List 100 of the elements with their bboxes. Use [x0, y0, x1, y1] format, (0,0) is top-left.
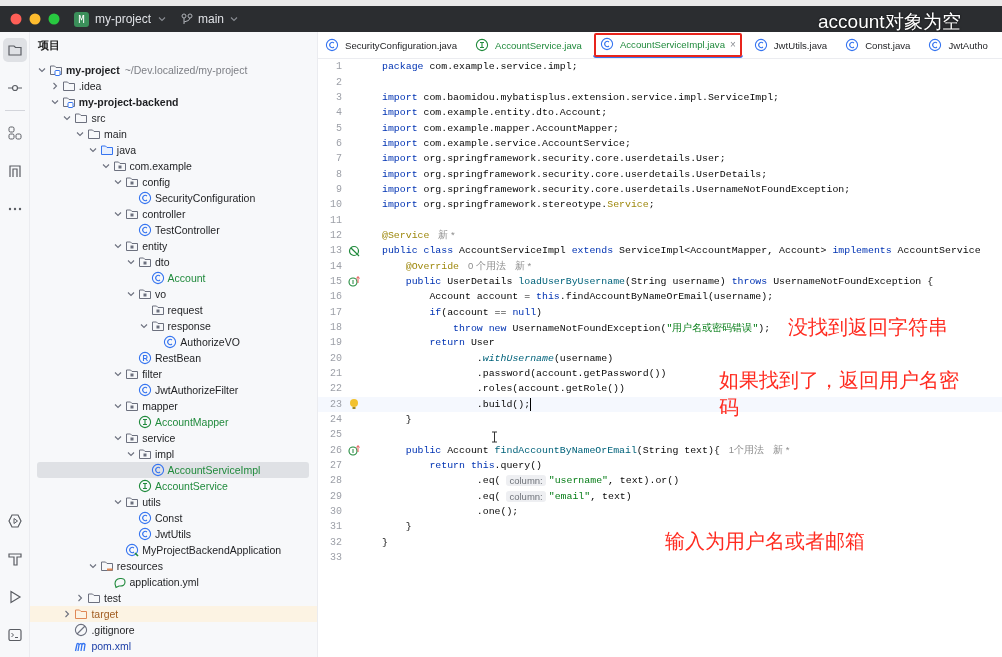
chevron-down-icon[interactable] — [113, 177, 124, 187]
line-number: 7 — [335, 153, 342, 165]
chevron-down-icon[interactable] — [113, 497, 124, 507]
line-number: 10 — [329, 199, 342, 211]
chevron-down-icon[interactable] — [75, 129, 86, 139]
override-icon[interactable] — [348, 275, 360, 288]
tree-item[interactable]: src — [30, 110, 309, 126]
chevron-down-icon[interactable] — [113, 369, 124, 379]
tree-item[interactable]: controller — [30, 206, 309, 222]
tree-item[interactable]: my-project-backend — [30, 94, 309, 110]
tree-item[interactable]: my-project ~/Dev.localized/my-project — [30, 62, 309, 78]
package-icon — [137, 447, 152, 461]
tree-item[interactable]: config — [30, 174, 309, 190]
chevron-down-icon[interactable] — [87, 145, 98, 155]
text-cursor-icon — [491, 431, 498, 443]
tree-item[interactable]: .gitignore — [30, 622, 309, 638]
line-number: 32 — [329, 536, 342, 548]
line-number: 18 — [329, 322, 342, 333]
package-icon — [125, 495, 140, 509]
module-folder-icon — [49, 63, 63, 77]
annotation-note: 输入为用户名或者邮箱 — [665, 528, 865, 555]
code-text: .roles(account.getRole()) — [475, 383, 625, 395]
tree-item[interactable]: SecurityConfiguration — [30, 190, 309, 206]
tree-item[interactable]: JwtAuthorizeFilter — [30, 382, 309, 398]
package-icon — [125, 367, 140, 381]
implemented-icon[interactable] — [348, 244, 360, 257]
chevron-down-icon[interactable] — [113, 209, 124, 219]
line-number: 24 — [329, 414, 342, 426]
tree-item[interactable]: RestBean — [30, 350, 309, 366]
tree-item[interactable]: Account — [30, 270, 309, 286]
tree-item[interactable]: TestController — [30, 222, 309, 238]
code-text: import com.example.service.AccountService; — [382, 137, 631, 149]
tree-item[interactable]: application.yml — [30, 574, 309, 590]
chevron-down-icon[interactable] — [49, 97, 60, 107]
tree-item[interactable]: .idea — [30, 78, 309, 94]
chevron-down-icon[interactable] — [125, 449, 136, 459]
ignore-icon — [74, 623, 89, 637]
project-switcher[interactable]: M my-project — [74, 11, 167, 27]
window-controls[interactable] — [10, 13, 60, 25]
tree-item[interactable]: AccountServiceImpl — [37, 462, 309, 478]
override-icon[interactable] — [348, 444, 360, 457]
tree-item[interactable]: pom.xml — [30, 638, 309, 654]
chevron-down-icon[interactable] — [113, 401, 124, 411]
tree-item[interactable]: target — [30, 606, 317, 622]
tree-item[interactable]: filter — [30, 366, 309, 382]
line-number: 11 — [329, 214, 342, 226]
editor-tab[interactable]: AccountServiceImpl.java × — [592, 32, 743, 58]
chevron-down-icon[interactable] — [62, 113, 73, 123]
editor-tab[interactable]: SecurityConfiguration.java — [318, 32, 464, 58]
application-class-icon — [125, 543, 140, 557]
line-number: 29 — [329, 490, 342, 502]
tree-item[interactable]: AuthorizeVO — [30, 334, 309, 350]
line-number: 25 — [329, 429, 342, 441]
editor-tab[interactable]: JwtAutho — [921, 32, 988, 58]
editor-tab[interactable]: JwtUtils.java — [746, 32, 835, 58]
line-number: 22 — [329, 383, 342, 395]
chevron-down-icon[interactable] — [125, 289, 136, 299]
editor-tab[interactable]: AccountService.java — [468, 32, 589, 58]
branch-switcher[interactable]: main — [181, 12, 240, 26]
tree-item[interactable]: request — [30, 302, 309, 318]
tree-item[interactable]: Const — [30, 510, 309, 526]
tree-item[interactable]: AccountMapper — [30, 414, 309, 430]
tree-item[interactable]: JwtUtils — [30, 526, 309, 542]
code-text: } — [382, 536, 388, 548]
tree-item[interactable]: main — [30, 126, 309, 142]
folder-icon — [99, 143, 114, 157]
tree-item[interactable]: entity — [30, 238, 309, 254]
tree-item[interactable]: impl — [30, 446, 309, 462]
line-number: 2 — [335, 76, 342, 88]
chevron-down-icon[interactable] — [100, 161, 111, 171]
line-number: 27 — [329, 460, 342, 472]
tree-item[interactable]: vo — [30, 286, 309, 302]
tree-item[interactable]: MyProjectBackendApplication — [30, 542, 309, 558]
tree-item[interactable]: AccountService — [30, 478, 309, 494]
tree-item[interactable]: utils — [30, 494, 309, 510]
line-number: 23 — [329, 398, 342, 410]
chevron-down-icon[interactable] — [138, 321, 149, 331]
chevron-down-icon[interactable] — [125, 257, 136, 267]
tree-item[interactable]: mapper — [30, 398, 309, 414]
code-text: package com.example.service.impl; — [382, 61, 578, 73]
chevron-down-icon[interactable] — [37, 65, 47, 75]
folder-icon[interactable] — [2, 38, 27, 62]
package-icon — [112, 159, 127, 173]
line-number: 31 — [329, 521, 342, 533]
module-folder-icon — [61, 95, 76, 109]
chevron-down-icon[interactable] — [113, 241, 124, 251]
close-button[interactable]: × — [729, 38, 736, 50]
package-icon — [125, 207, 140, 221]
tree-item[interactable]: response — [30, 318, 309, 334]
tree-item[interactable]: service — [30, 430, 309, 446]
tree-item[interactable]: resources — [30, 558, 309, 574]
tree-item[interactable]: dto — [30, 254, 309, 270]
editor-tab[interactable]: Const.java — [838, 32, 918, 58]
chevron-down-icon[interactable] — [87, 561, 98, 571]
tree-item[interactable]: test — [30, 590, 309, 606]
chevron-down-icon[interactable] — [113, 433, 124, 443]
lightbulb-icon[interactable] — [348, 398, 360, 411]
tree-item[interactable]: java — [30, 142, 309, 158]
line-number: 21 — [329, 368, 342, 380]
tree-item[interactable]: com.example — [30, 158, 309, 174]
